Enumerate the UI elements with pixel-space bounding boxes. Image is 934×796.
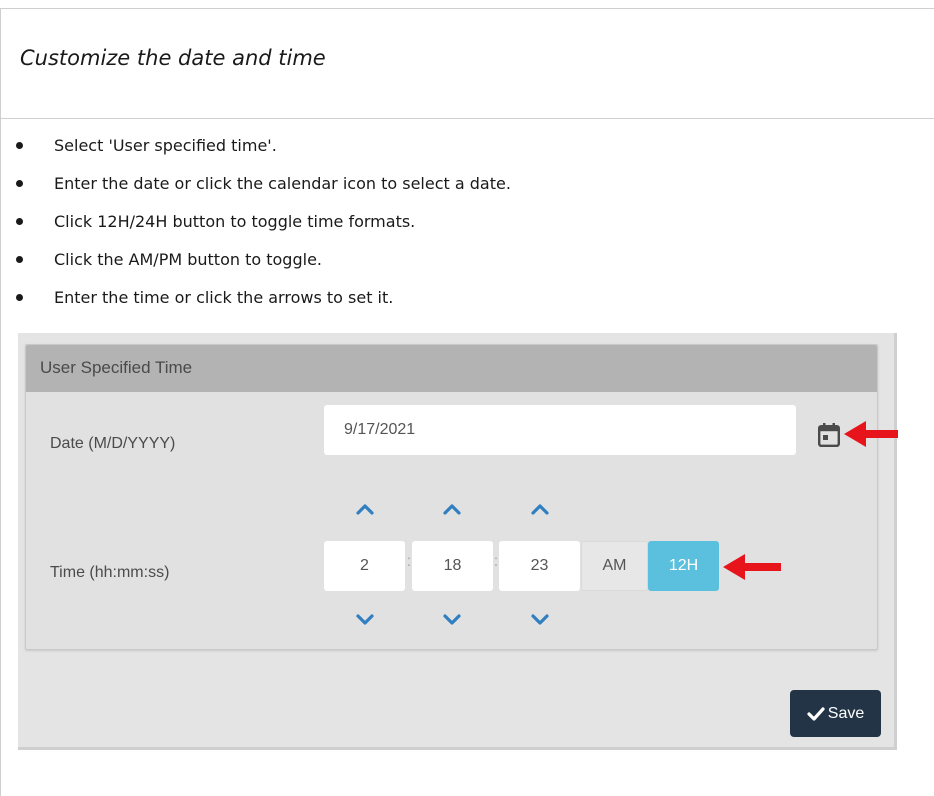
seconds-up-chevron-icon[interactable] <box>528 502 552 516</box>
date-value: 9/17/2021 <box>344 421 416 438</box>
red-arrow-icon <box>723 552 783 582</box>
bullet <box>16 218 23 225</box>
bullet <box>16 142 23 149</box>
frame-top-border <box>0 8 934 9</box>
minutes-down-chevron-icon[interactable] <box>440 613 464 627</box>
seconds-down-chevron-icon[interactable] <box>528 613 552 627</box>
hours-input[interactable]: 2 <box>324 541 405 591</box>
am-pm-toggle-button[interactable]: AM <box>581 541 648 591</box>
instruction-item: Click 12H/24H button to toggle time form… <box>14 204 511 242</box>
save-button[interactable]: Save <box>790 690 881 737</box>
hours-up-chevron-icon[interactable] <box>353 502 377 516</box>
bullet <box>16 180 23 187</box>
minutes-input[interactable]: 18 <box>412 541 493 591</box>
seconds-value: 23 <box>530 557 549 574</box>
instruction-text: Enter the date or click the calendar ico… <box>54 174 511 193</box>
red-arrow-icon <box>844 419 900 449</box>
time-format-toggle-button[interactable]: 12H <box>648 541 719 591</box>
heading-divider <box>0 118 934 119</box>
section-heading: Customize the date and time <box>20 46 326 70</box>
hours-value: 2 <box>360 557 369 574</box>
user-specified-time-screenshot: User Specified Time Date (M/D/YYYY) 9/17… <box>18 333 898 750</box>
minutes-up-chevron-icon[interactable] <box>440 502 464 516</box>
instruction-text: Click 12H/24H button to toggle time form… <box>54 212 416 231</box>
bullet <box>16 294 23 301</box>
instruction-text: Click the AM/PM button to toggle. <box>54 250 322 269</box>
frame-left-border <box>0 8 1 796</box>
minutes-value: 18 <box>443 557 462 574</box>
time-label: Time (hh:mm:ss) <box>50 564 170 581</box>
panel-header: User Specified Time <box>26 345 877 392</box>
instruction-text: Select 'User specified time'. <box>54 136 277 155</box>
check-icon <box>807 706 825 722</box>
instruction-item: Select 'User specified time'. <box>14 128 511 166</box>
instruction-item: Enter the date or click the calendar ico… <box>14 166 511 204</box>
calendar-icon[interactable] <box>818 423 840 447</box>
hours-down-chevron-icon[interactable] <box>353 613 377 627</box>
instruction-item: Click the AM/PM button to toggle. <box>14 242 511 280</box>
bullet <box>16 256 23 263</box>
date-input[interactable]: 9/17/2021 <box>324 405 796 455</box>
instruction-text: Enter the time or click the arrows to se… <box>54 288 394 307</box>
save-label: Save <box>827 704 865 722</box>
user-specified-time-panel: User Specified Time Date (M/D/YYYY) 9/17… <box>25 344 898 650</box>
instruction-item: Enter the time or click the arrows to se… <box>14 280 511 318</box>
date-label: Date (M/D/YYYY) <box>50 435 176 452</box>
seconds-input[interactable]: 23 <box>499 541 580 591</box>
panel-title: User Specified Time <box>40 358 193 377</box>
instruction-list: Select 'User specified time'. Enter the … <box>14 128 511 318</box>
